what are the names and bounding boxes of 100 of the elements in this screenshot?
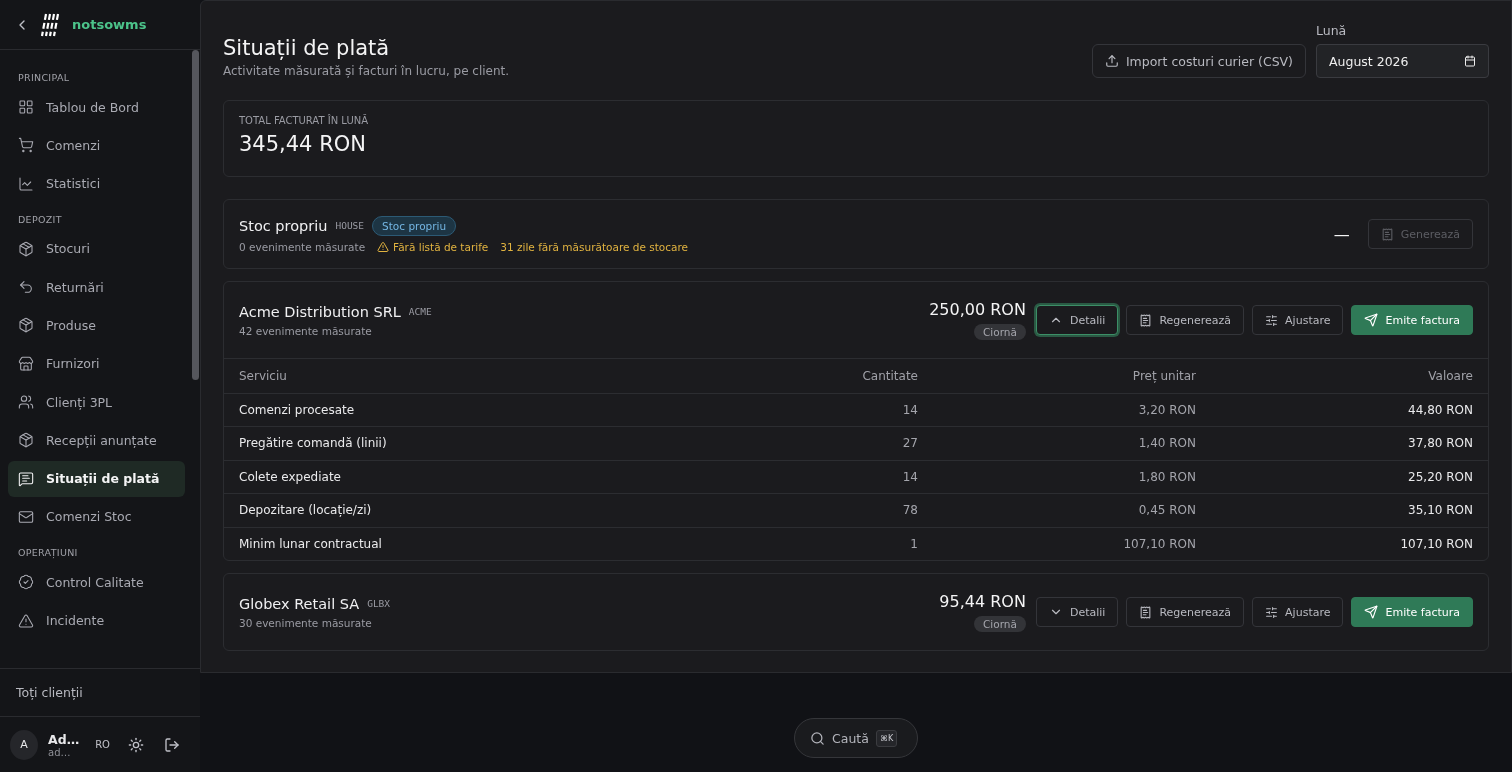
cart-icon	[18, 137, 34, 154]
warning-text: Fără listă de tarife	[377, 240, 489, 253]
return-arrow-icon	[18, 279, 34, 296]
table-cell-text: 0,45 RON	[1137, 503, 1196, 518]
section-title: PRINCIPAL	[17, 71, 71, 85]
users-icon	[18, 394, 34, 411]
logout-icon[interactable]	[164, 736, 180, 753]
client-amount: 250,00 RON	[929, 300, 1026, 319]
upload-icon	[1104, 54, 1119, 68]
total-label: TOTAL FACTURAT ÎN LUNĂ	[239, 115, 370, 126]
table-cell-text: 27	[901, 436, 918, 451]
column-header: Serviciu	[239, 368, 288, 383]
regenerate-button[interactable]: Regenerează	[1126, 597, 1245, 627]
sidebar-item[interactable]: Tablou de Bord	[8, 89, 185, 125]
user-name: Ad…	[48, 731, 80, 747]
table-cell-text: 107,10 RON	[1399, 536, 1473, 551]
sidebar-item[interactable]: Incidente	[8, 602, 185, 639]
status-badge: Ciornă	[974, 616, 1026, 632]
sliders-icon	[1265, 605, 1279, 619]
issue-invoice-button[interactable]: Emite factura	[1351, 597, 1473, 627]
box-icon	[18, 240, 34, 257]
box-icon	[18, 432, 34, 449]
warning-icon	[18, 612, 34, 629]
client-amount: 95,44 RON	[939, 592, 1026, 611]
regenerate-button[interactable]: Regenerează	[1126, 305, 1245, 335]
all-clients-link[interactable]: Toți clienții	[0, 668, 200, 716]
table-cell-text: 78	[901, 503, 918, 518]
sidebar-item[interactable]: Produse	[8, 307, 185, 344]
events-count: 0 evenimente măsurate	[239, 240, 366, 253]
table-cell-text: 35,10 RON	[1407, 503, 1473, 518]
language-toggle[interactable]: RO	[95, 739, 110, 750]
warning-icon	[377, 240, 390, 253]
import-button[interactable]: Import costuri curier (CSV)	[1091, 44, 1306, 78]
month-label: Lună	[1316, 23, 1348, 38]
table-cell-text: Colete expediate	[239, 469, 342, 484]
table-cell-text: 14	[901, 402, 918, 417]
line-chart-icon	[18, 175, 34, 192]
send-icon	[1364, 313, 1379, 327]
sliders-icon	[1265, 313, 1279, 327]
section-title: DEPOZIT	[17, 212, 63, 227]
grid-icon	[18, 99, 34, 115]
client-name: Stoc propriu	[239, 217, 328, 234]
events-count: 42 evenimente măsurate	[239, 324, 372, 337]
table-cell-text: 1,40 RON	[1137, 436, 1196, 451]
send-icon	[1364, 605, 1379, 619]
table-cell-text: Depozitare (locație/zi)	[239, 503, 373, 518]
badge-check-icon	[18, 574, 34, 591]
client-badge: Stoc propriu	[372, 215, 457, 236]
month-field[interactable]: August 2026	[1316, 44, 1489, 78]
client-name: Acme Distribution SRL	[239, 303, 401, 320]
status-badge: Ciornă	[974, 324, 1026, 340]
client-name: Globex Retail SA	[239, 595, 360, 612]
receipt-icon	[1380, 227, 1394, 241]
search-icon	[810, 730, 825, 746]
sun-icon[interactable]	[128, 736, 144, 753]
issue-invoice-button[interactable]: Emite factura	[1351, 305, 1473, 335]
details-button[interactable]: Detalii	[1035, 305, 1119, 335]
adjust-button[interactable]: Ajustare	[1252, 597, 1344, 627]
receipt-icon	[1139, 605, 1153, 619]
sidebar-item[interactable]: Returnări	[8, 269, 185, 306]
message-icon	[18, 470, 34, 487]
receipt-icon	[1139, 313, 1153, 327]
sidebar-item[interactable]: Situații de plată	[8, 460, 185, 497]
logo-icon	[40, 11, 62, 38]
user-avatar: A	[10, 729, 39, 760]
sidebar-item[interactable]: Clienți 3PL	[8, 384, 185, 421]
column-header: Preț unitar	[1131, 368, 1196, 383]
table-cell-text: 44,80 RON	[1407, 402, 1473, 417]
app-logo: notsowms	[72, 17, 147, 32]
search-field[interactable]: Caută ⌘K	[794, 718, 918, 758]
user-email: ad…	[48, 746, 72, 758]
table-cell-text: 14	[901, 469, 918, 484]
client-code: ACME	[408, 306, 432, 317]
table-cell-text: 25,20 RON	[1407, 469, 1473, 484]
events-count: 30 evenimente măsurate	[239, 616, 372, 629]
details-button[interactable]: Detalii	[1035, 597, 1119, 627]
table-cell-text: Minim lunar contractual	[239, 536, 383, 551]
sidebar-item[interactable]: Control Calitate	[8, 564, 185, 601]
sidebar-item[interactable]: Statistici	[8, 165, 185, 202]
column-header: Valoare	[1427, 368, 1473, 383]
sidebar-item[interactable]: Recepții anunțate	[8, 422, 185, 459]
sidebar-item[interactable]: Stocuri	[8, 230, 185, 267]
table-cell-text: 1,80 RON	[1137, 469, 1196, 484]
client-code: GLBX	[367, 598, 391, 609]
sidebar-item[interactable]: Comenzi Stoc	[8, 498, 185, 535]
scrollbar[interactable]	[192, 50, 199, 380]
table-cell-text: Pregătire comandă (linii)	[239, 436, 388, 451]
sidebar-item[interactable]: Furnizori	[8, 345, 185, 382]
mail-icon	[18, 508, 34, 525]
adjust-button[interactable]: Ajustare	[1252, 305, 1344, 335]
table-cell-text: 37,80 RON	[1407, 436, 1473, 451]
store-icon	[18, 355, 34, 372]
table-cell-text: 3,20 RON	[1137, 402, 1196, 417]
shortcut-key: ⌘K	[875, 729, 898, 747]
section-title: OPERAȚIUNI	[17, 546, 79, 561]
table-cell-text: 107,10 RON	[1122, 536, 1196, 551]
client-code: HOUSE	[335, 220, 365, 231]
sidebar-item[interactable]: Comenzi	[8, 127, 185, 164]
amount-dash: —	[1333, 224, 1350, 244]
box-icon	[18, 317, 34, 334]
